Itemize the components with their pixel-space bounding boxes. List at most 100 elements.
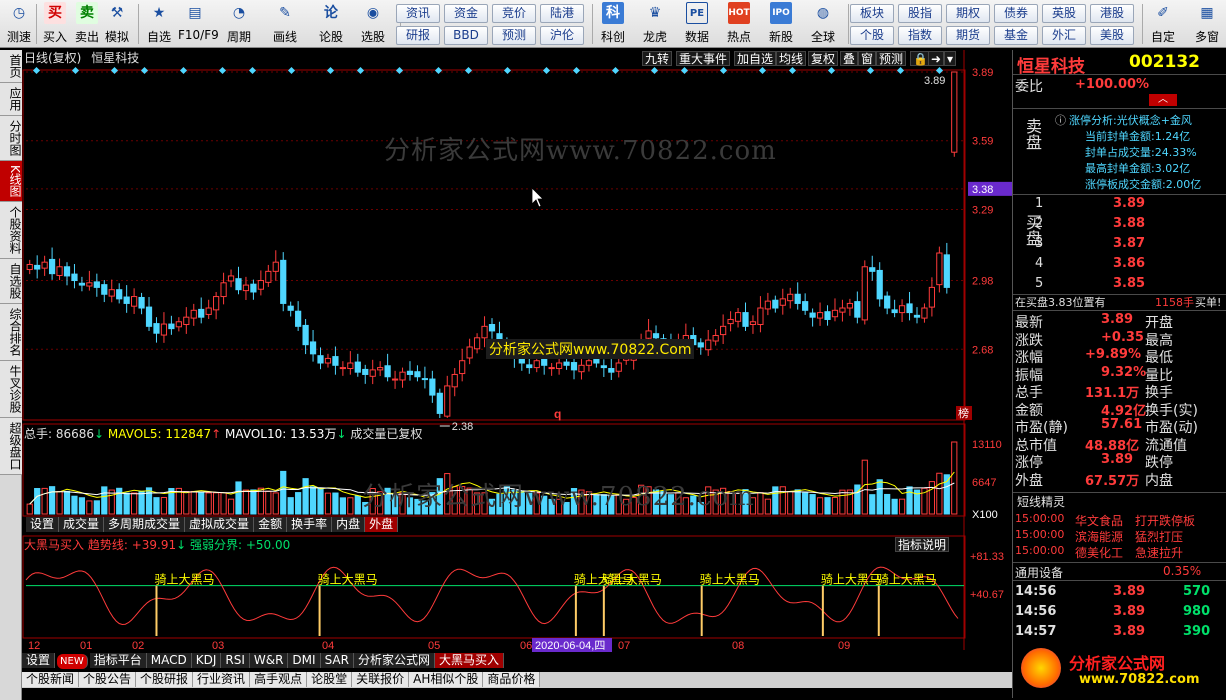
left-tab-3[interactable]: K线图 (0, 161, 22, 202)
toolbar-grid-button[interactable]: 资讯 (396, 4, 440, 23)
toolbar-ipo-button[interactable]: IPO 新股 (764, 2, 798, 46)
volume-bar (295, 492, 302, 515)
volume-tab[interactable]: 内盘 (332, 517, 366, 532)
indicator-tab[interactable]: 分析家公式网 (353, 653, 435, 668)
chart-tool-button[interactable]: 叠 (840, 51, 859, 66)
chart-tool-button[interactable]: 窗 (858, 51, 877, 66)
toolbar-kechuang-button[interactable]: 科科创 (596, 2, 630, 46)
volume-tab[interactable]: 虚拟成交量 (185, 517, 255, 532)
toolbar-stock-pick-button[interactable]: ◉ 选股 (356, 2, 390, 46)
indicator-tab[interactable]: W&R (249, 653, 289, 668)
toolbar-grid-button[interactable]: 沪伦 (540, 26, 584, 45)
toolbar-globe-button[interactable]: ◍ 全球 (806, 2, 840, 46)
left-tab-5[interactable]: 自选股 (0, 258, 22, 304)
price-tick-label: 3.38 (972, 184, 993, 196)
chart-tool-button[interactable]: 加自选 (734, 51, 777, 66)
indicator-tab[interactable]: 大黑马买入 (434, 653, 504, 668)
indicator-tab[interactable]: NEW (57, 654, 88, 669)
toolbar-dragon-button[interactable]: ♛ 龙虎 (638, 2, 672, 46)
indicator-tab[interactable]: RSI (221, 653, 250, 668)
toolbar-grid-button[interactable]: 板块 (850, 4, 894, 23)
toolbar-f10-button[interactable]: ▤ F10/F9 (178, 2, 219, 46)
left-tab-8[interactable]: 超级盘口 (0, 417, 22, 475)
volume-tab[interactable]: 设置 (26, 517, 60, 532)
bottom-tab[interactable]: 关联报价 (352, 672, 410, 687)
chart-tool-button[interactable]: 均线 (776, 51, 807, 66)
chart-tool-button[interactable]: 预测 (876, 51, 907, 66)
left-tab-2[interactable]: 分时图 (0, 116, 22, 161)
volume-bar (220, 492, 227, 515)
collapse-chevron-icon[interactable]: ︿ (1149, 94, 1177, 106)
chart-area[interactable]: 3.89 3.59 3.38 3.29 2.98 2.68 3.89 2.38 q 榜 13110 6… (22, 50, 1012, 698)
toolbar-forum-button[interactable]: 论论股 (314, 2, 348, 46)
toolbar-grid-button[interactable]: 股指 (898, 4, 942, 23)
toolbar-grid-button[interactable]: 预测 (492, 26, 536, 45)
chart-tool-button[interactable]: 复权 (808, 51, 839, 66)
toolbar-grid-button[interactable]: 美股 (1090, 26, 1134, 45)
indicator-tab[interactable]: SAR (320, 653, 354, 668)
toolbar-grid-button[interactable]: 港股 (1090, 4, 1134, 23)
indicator-tab[interactable]: 指标平台 (89, 653, 147, 668)
left-tab-0[interactable]: 首页 (0, 50, 22, 83)
buy-level-price[interactable]: 3.85 (1113, 276, 1145, 291)
bottom-tab[interactable]: 高手观点 (250, 672, 308, 687)
toolbar-grid-button[interactable]: 期权 (946, 4, 990, 23)
toolbar-hot-button[interactable]: HOT 热点 (722, 2, 756, 46)
volume-header-part: ↑ (211, 427, 222, 441)
toolbar-grid-button[interactable]: 研报 (396, 26, 440, 45)
toolbar-custom-button[interactable]: ✐ 自定 (1146, 2, 1180, 46)
toolbar-star-button[interactable]: ★ 自选 (142, 2, 176, 46)
buy-level-price[interactable]: 3.89 (1113, 196, 1145, 211)
volume-tab[interactable]: 金额 (254, 517, 288, 532)
candle-body (436, 392, 443, 414)
volume-tab[interactable]: 成交量 (59, 517, 105, 532)
toolbar-grid-button[interactable]: 个股 (850, 26, 894, 45)
toolbar-grid-button[interactable]: 基金 (994, 26, 1038, 45)
left-tab-7[interactable]: 牛叉诊股 (0, 360, 22, 418)
bottom-tab[interactable]: 行业资讯 (193, 672, 251, 687)
forward-icon[interactable]: ➜ (928, 51, 945, 66)
volume-tab[interactable]: 外盘 (365, 517, 399, 532)
toolbar-grid-button[interactable]: 指数 (898, 26, 942, 45)
chart-tool-button[interactable]: 重大事件 (676, 51, 731, 66)
bottom-tab[interactable]: 个股公告 (79, 672, 137, 687)
toolbar-buy-button[interactable]: 买买入 (38, 2, 72, 46)
volume-bar (757, 492, 764, 515)
indicator-tab[interactable]: DMI (288, 653, 321, 668)
buy-level-price[interactable]: 3.86 (1113, 256, 1145, 271)
volume-tab[interactable]: 多周期成交量 (104, 517, 186, 532)
toolbar-speed-button[interactable]: ◷ 测速 (2, 2, 36, 46)
buy-level-price[interactable]: 3.87 (1113, 236, 1145, 251)
toolbar-data-button[interactable]: PE 数据 (680, 2, 714, 46)
buy-icon: 买 (44, 2, 66, 24)
buy-level-price[interactable]: 3.88 (1113, 216, 1145, 231)
toolbar-grid-button[interactable]: BBD (444, 26, 488, 45)
toolbar-grid-button[interactable]: 竞价 (492, 4, 536, 23)
toolbar-grid-button[interactable]: 外汇 (1042, 26, 1086, 45)
indicator-tab[interactable]: 设置 (22, 653, 56, 668)
toolbar-clock-button[interactable]: ◔ 周期 (222, 2, 256, 46)
bottom-tab[interactable]: 个股新闻 (22, 672, 80, 687)
bottom-tab[interactable]: 商品价格 (483, 672, 541, 687)
toolbar-pen-button[interactable]: ✎ 画线 (268, 2, 302, 46)
toolbar-sell-button[interactable]: 卖卖出 (70, 2, 104, 46)
bottom-tab[interactable]: AH相似个股 (409, 672, 484, 687)
indicator-tab[interactable]: MACD (146, 653, 192, 668)
left-tab-1[interactable]: 应用 (0, 83, 22, 116)
dropdown-icon[interactable]: ▾ (944, 51, 957, 66)
left-tab-4[interactable]: 个股资料 (0, 201, 22, 259)
toolbar-grid-button[interactable]: 英股 (1042, 4, 1086, 23)
indicator-help-button[interactable]: 指标说明 (895, 537, 950, 552)
bottom-tab[interactable]: 论股堂 (307, 672, 353, 687)
toolbar-grid-button[interactable]: 资金 (444, 4, 488, 23)
left-tab-6[interactable]: 综合排名 (0, 303, 22, 361)
toolbar-grid-button[interactable]: 期货 (946, 26, 990, 45)
bottom-tab[interactable]: 个股研报 (136, 672, 194, 687)
chart-tool-button[interactable]: 九转 (642, 51, 673, 66)
toolbar-grid-button[interactable]: 陆港 (540, 4, 584, 23)
indicator-tab[interactable]: KDJ (191, 653, 222, 668)
toolbar-hammer-button[interactable]: ⚒ 模拟 (100, 2, 134, 46)
volume-tab[interactable]: 换手率 (287, 517, 333, 532)
toolbar-window-button[interactable]: ▦ 多窗 (1190, 2, 1224, 46)
toolbar-grid-button[interactable]: 债券 (994, 4, 1038, 23)
